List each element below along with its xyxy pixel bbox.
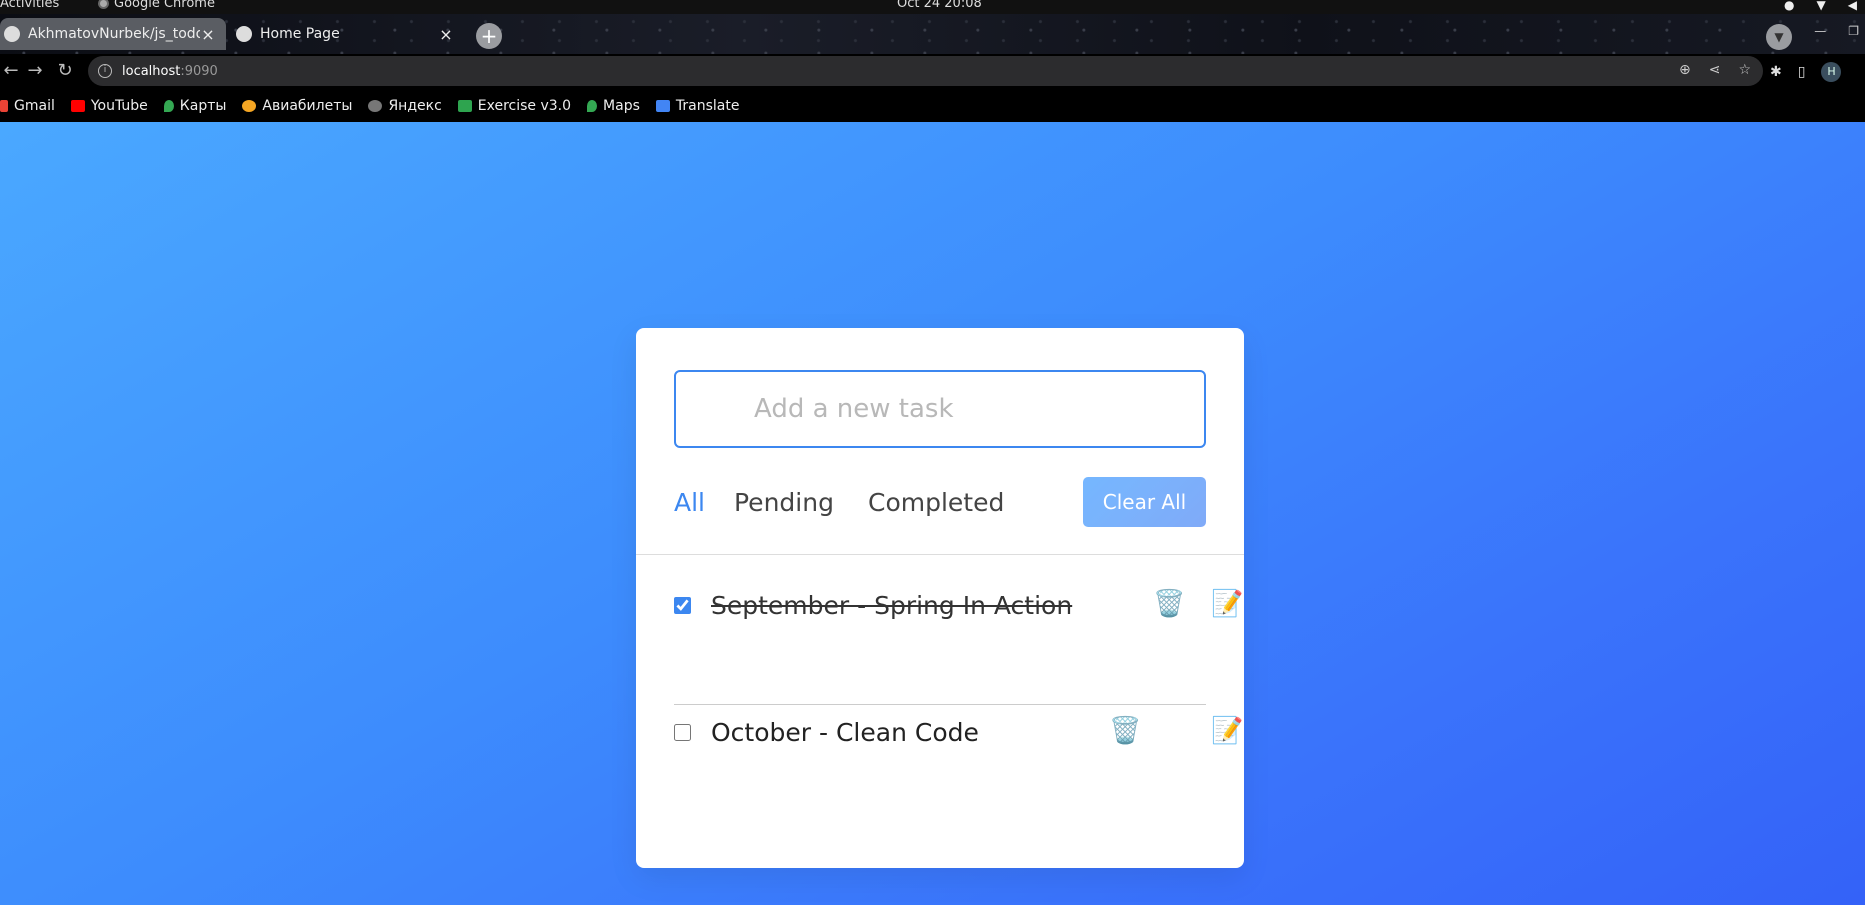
clear-all-button[interactable]: Clear All bbox=[1083, 477, 1206, 527]
url-port: :9090 bbox=[180, 63, 218, 79]
todo-card: All Pending Completed Clear All Septembe… bbox=[636, 328, 1244, 868]
bookmark-gmail[interactable]: Gmail bbox=[0, 98, 55, 114]
side-panel-icon[interactable]: ▯ bbox=[1798, 64, 1806, 80]
profile-avatar[interactable]: H bbox=[1821, 62, 1842, 82]
divider bbox=[636, 554, 1244, 555]
translate-icon bbox=[655, 100, 670, 112]
browser-toolbar: ← → ↻ i localhost:9090 ⊕ ⋖ ☆ ✱ ▯ H bbox=[0, 54, 1865, 90]
tab-home-page[interactable]: Home Page × bbox=[232, 18, 464, 50]
maps-pin-icon bbox=[163, 100, 174, 112]
activities-button[interactable]: Activities bbox=[0, 0, 59, 11]
github-icon bbox=[4, 26, 20, 42]
os-top-bar: Activities Google Chrome Oct 24 20:08 ● … bbox=[0, 0, 1865, 14]
close-tab-icon[interactable]: × bbox=[438, 25, 454, 44]
forward-arrow-icon[interactable]: → bbox=[24, 60, 46, 82]
edit-memo-icon[interactable]: 📝 bbox=[1211, 589, 1243, 619]
bookmark-star-icon[interactable]: ☆ bbox=[1738, 62, 1751, 78]
bookmark-label: Maps bbox=[603, 98, 640, 114]
bookmark-aviabilety[interactable]: Авиабилеты bbox=[242, 98, 352, 114]
task-checkbox[interactable] bbox=[674, 723, 691, 741]
task-item: September - Spring In Action 🗑️ 📝 bbox=[674, 585, 1243, 625]
globe-icon bbox=[368, 100, 383, 112]
bookmark-label: Exercise v3.0 bbox=[477, 98, 572, 114]
maps-pin-icon bbox=[587, 100, 598, 112]
chrome-icon bbox=[98, 0, 109, 9]
system-tray[interactable]: ● ▼ ◀ bbox=[1784, 0, 1857, 12]
close-tab-icon[interactable]: × bbox=[200, 25, 216, 44]
bookmark-label: Карты bbox=[179, 98, 227, 114]
maximize-icon[interactable]: ❐ bbox=[1848, 24, 1859, 38]
tab-github[interactable]: AkhmatovNurbek/js_todo × bbox=[0, 18, 226, 50]
app-name: Google Chrome bbox=[114, 0, 215, 11]
bookmark-translate[interactable]: Translate bbox=[655, 98, 740, 114]
edit-memo-icon[interactable]: 📝 bbox=[1211, 716, 1243, 746]
filter-pending[interactable]: Pending bbox=[734, 488, 834, 517]
filter-all[interactable]: All bbox=[674, 488, 705, 517]
trash-icon[interactable]: 🗑️ bbox=[1109, 716, 1141, 746]
bookmark-maps[interactable]: Maps bbox=[587, 98, 640, 114]
bookmark-label: YouTube bbox=[90, 98, 148, 114]
back-arrow-icon[interactable]: ← bbox=[0, 60, 22, 82]
reload-icon[interactable]: ↻ bbox=[54, 60, 76, 82]
tab-search-chevron-icon[interactable]: ▼ bbox=[1766, 24, 1792, 50]
page-background: All Pending Completed Clear All Septembe… bbox=[0, 122, 1865, 905]
site-info-icon[interactable]: i bbox=[98, 64, 112, 78]
clock[interactable]: Oct 24 20:08 bbox=[897, 0, 982, 11]
task-text: October - Clean Code bbox=[711, 717, 979, 747]
w-logo-icon bbox=[457, 100, 472, 112]
window-controls: — ❐ bbox=[1814, 24, 1859, 38]
tab-title: AkhmatovNurbek/js_todo bbox=[28, 26, 200, 42]
bookmark-yandex[interactable]: Яндекс bbox=[368, 98, 442, 114]
app-menu[interactable]: Google Chrome bbox=[98, 0, 215, 11]
bookmark-karty[interactable]: Карты bbox=[163, 98, 227, 114]
bookmark-exercise[interactable]: Exercise v3.0 bbox=[457, 98, 572, 114]
bookmark-label: Translate bbox=[675, 98, 740, 114]
bookmark-label: Яндекс bbox=[388, 98, 442, 114]
globe-icon bbox=[236, 26, 252, 42]
zoom-icon[interactable]: ⊕ bbox=[1679, 62, 1691, 78]
task-text: September - Spring In Action bbox=[711, 590, 1073, 620]
wifi-icon: ▼ bbox=[1816, 0, 1826, 12]
url-text[interactable]: localhost:9090 bbox=[122, 64, 218, 79]
volume-icon: ◀ bbox=[1847, 0, 1857, 12]
bookmarks-bar: Gmail YouTube Карты Авиабилеты Яндекс Ex… bbox=[0, 90, 1865, 122]
plane-icon bbox=[242, 100, 257, 112]
task-item: October - Clean Code 🗑️ 📝 bbox=[674, 712, 1243, 752]
address-bar[interactable]: i localhost:9090 ⊕ ⋖ ☆ bbox=[88, 56, 1763, 86]
extensions-icon[interactable]: ✱ bbox=[1770, 64, 1782, 80]
trash-icon[interactable]: 🗑️ bbox=[1153, 589, 1185, 619]
minimize-icon[interactable]: — bbox=[1814, 24, 1826, 38]
bookmark-youtube[interactable]: YouTube bbox=[70, 98, 148, 114]
filter-completed[interactable]: Completed bbox=[868, 488, 1004, 517]
new-task-input[interactable] bbox=[674, 370, 1206, 448]
task-checkbox[interactable] bbox=[674, 596, 691, 614]
share-icon[interactable]: ⋖ bbox=[1709, 62, 1721, 78]
bookmark-label: Авиабилеты bbox=[262, 98, 353, 114]
url-host: localhost bbox=[122, 63, 181, 79]
tab-title: Home Page bbox=[260, 26, 340, 42]
notification-icon: ● bbox=[1784, 0, 1795, 12]
divider bbox=[674, 704, 1206, 705]
bookmark-label: Gmail bbox=[14, 98, 55, 114]
gmail-icon bbox=[0, 100, 8, 112]
tab-strip: AkhmatovNurbek/js_todo × Home Page × + ▼… bbox=[0, 14, 1865, 54]
youtube-icon bbox=[70, 100, 85, 112]
new-tab-button[interactable]: + bbox=[476, 23, 502, 49]
